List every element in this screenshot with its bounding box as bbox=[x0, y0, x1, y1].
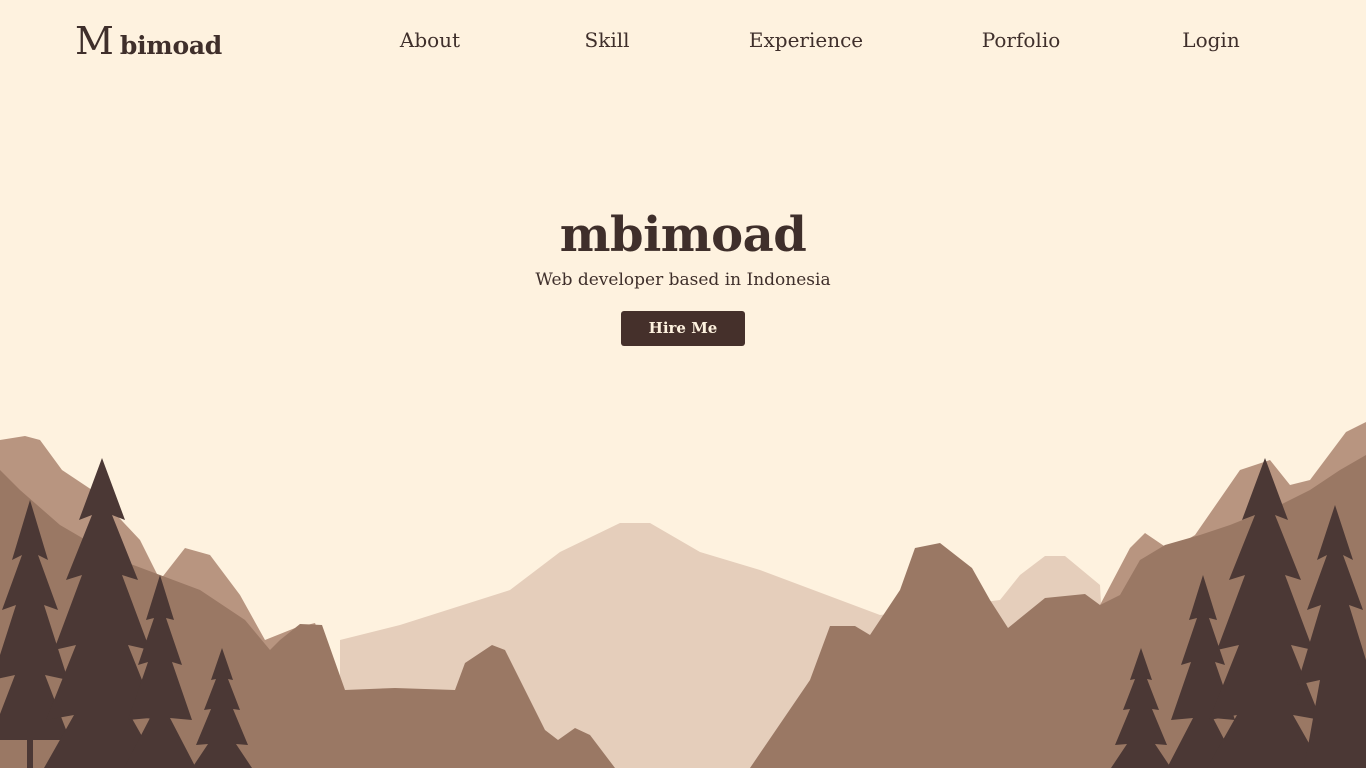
brand-mark: M bbox=[75, 19, 114, 63]
left-mountain-back bbox=[0, 436, 350, 768]
brand-logo[interactable]: M bimoad bbox=[75, 22, 222, 62]
brand-name: bimoad bbox=[119, 31, 222, 60]
left-tree-group bbox=[0, 458, 252, 768]
right-tree-group bbox=[1111, 458, 1366, 768]
left-mountain-front bbox=[0, 470, 615, 768]
mountain-landscape-illustration bbox=[0, 422, 1366, 768]
hero-subtitle: Web developer based in Indonesia bbox=[535, 270, 831, 290]
nav-link-portfolio[interactable]: Porfolio bbox=[982, 28, 1061, 52]
nav-link-login[interactable]: Login bbox=[1182, 28, 1239, 52]
hire-me-button[interactable]: Hire Me bbox=[621, 311, 745, 346]
right-mountain-front bbox=[750, 455, 1366, 768]
nav-link-about[interactable]: About bbox=[400, 28, 460, 52]
far-mountain bbox=[340, 523, 1110, 768]
nav-link-skill[interactable]: Skill bbox=[584, 28, 629, 52]
hero-title: mbimoad bbox=[559, 207, 807, 263]
top-navigation: M bimoad About Skill Experience Porfolio… bbox=[0, 0, 1366, 84]
nav-link-experience[interactable]: Experience bbox=[749, 28, 863, 52]
hero-section: mbimoad Web developer based in Indonesia… bbox=[0, 200, 1366, 346]
right-mountain-back bbox=[1050, 422, 1366, 695]
